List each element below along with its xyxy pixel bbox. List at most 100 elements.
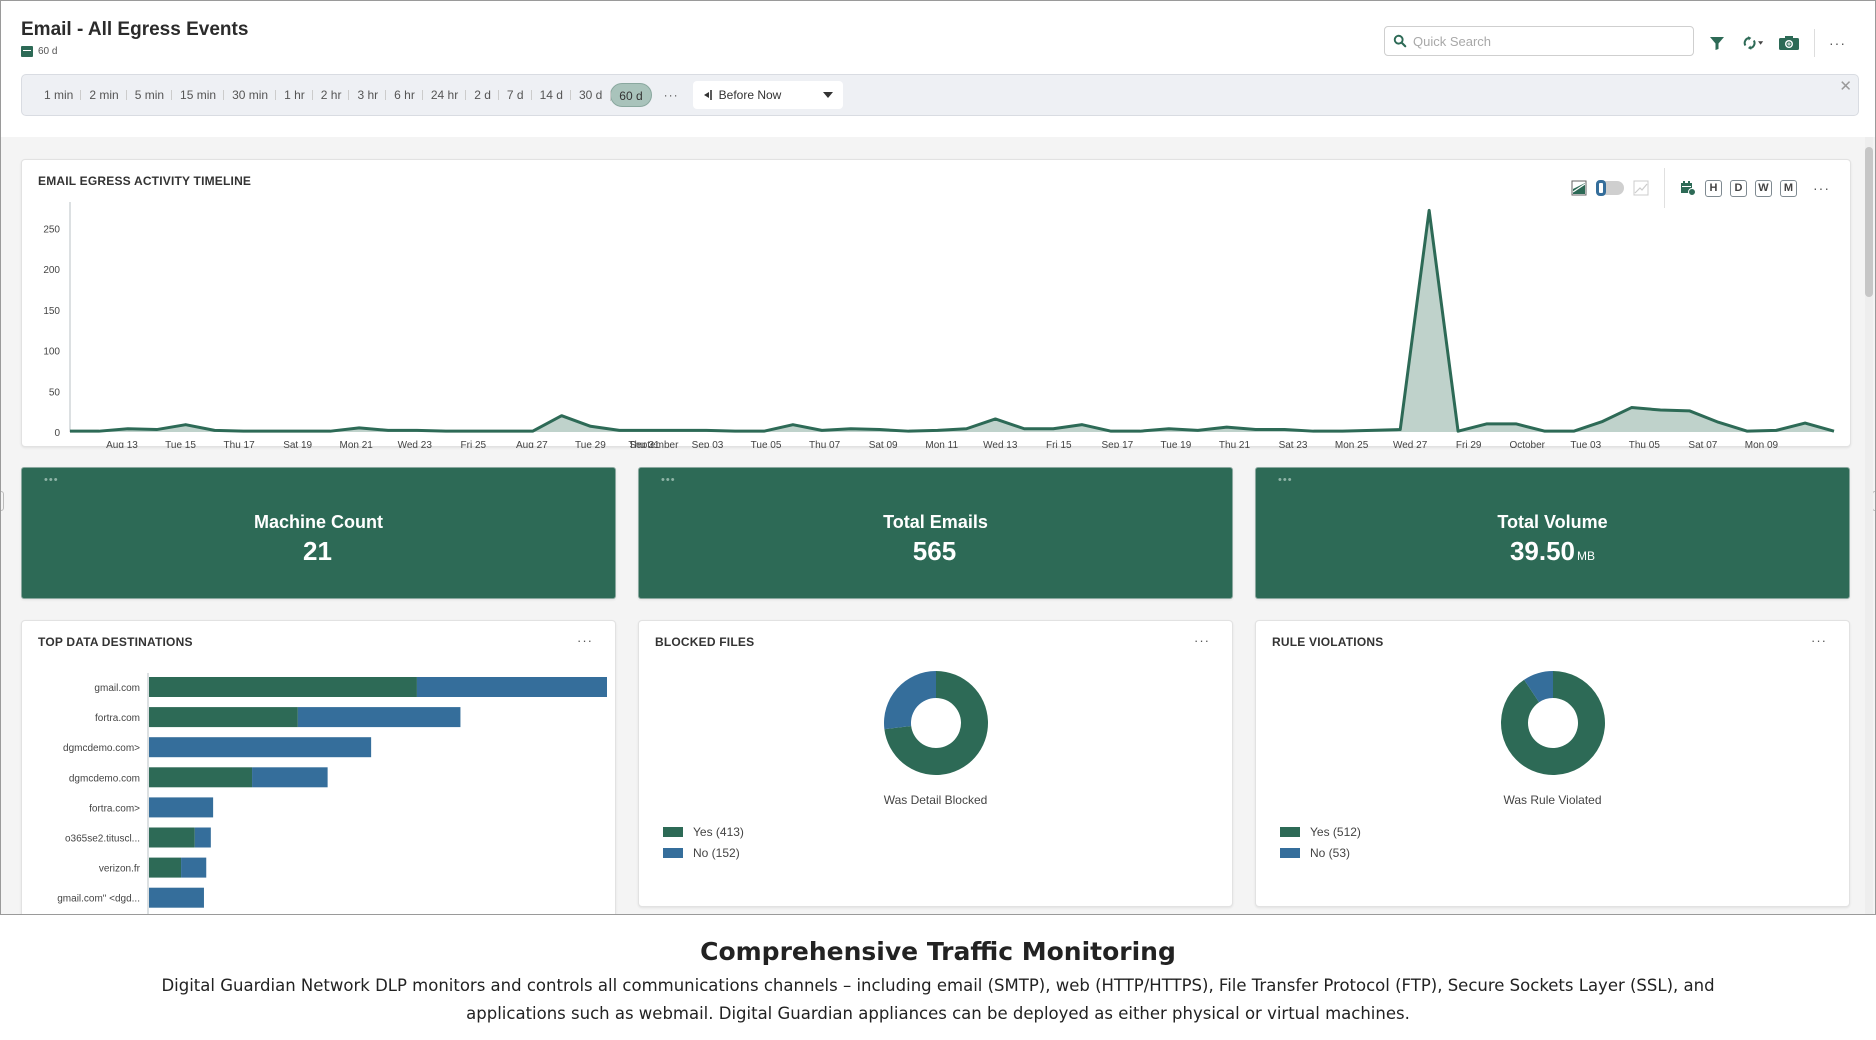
- camera-icon[interactable]: [1778, 32, 1800, 54]
- x-tick-label: Sat 07: [1688, 440, 1717, 448]
- panel-more-icon[interactable]: ···: [1811, 633, 1827, 648]
- range-option-2hr[interactable]: 2 hr: [311, 83, 350, 107]
- filter-icon[interactable]: [1706, 32, 1728, 54]
- stat-menu-icon[interactable]: •••: [661, 474, 676, 486]
- range-indicator-label: 60 d: [38, 46, 58, 57]
- range-option-24hr[interactable]: 24 hr: [421, 83, 466, 107]
- scrollbar-thumb[interactable]: [1865, 147, 1873, 297]
- legend-swatch: [1280, 847, 1300, 858]
- refresh-icon[interactable]: [1742, 32, 1764, 54]
- legend: Yes (413) No (152): [663, 821, 744, 863]
- bar-segment-yes: [149, 857, 182, 878]
- legend-item-yes[interactable]: Yes (413): [663, 821, 744, 842]
- stat-label: Total Emails: [883, 512, 988, 532]
- range-option-1hr[interactable]: 1 hr: [275, 83, 313, 107]
- range-option-30min[interactable]: 30 min: [223, 83, 276, 107]
- range-option-1min[interactable]: 1 min: [36, 83, 81, 107]
- close-icon[interactable]: ✕: [1839, 77, 1852, 95]
- bar-segment-yes: [149, 707, 298, 728]
- bar-segment-no: [149, 887, 204, 908]
- vertical-scrollbar[interactable]: [1865, 137, 1873, 914]
- category-label: verizon.fr: [99, 864, 141, 875]
- legend-swatch: [663, 826, 683, 837]
- bar-segment-no: [416, 677, 607, 697]
- dashboard-content: EMAIL EGRESS ACTIVITY TIMELINE H D W M ·…: [1, 137, 1875, 914]
- timeline-chart[interactable]: 0 50 100 150 200 250 Aug 13 Tue 15 Thu 17 Sat 19 M…: [22, 160, 1852, 448]
- legend: Yes (512) No (53): [1280, 821, 1361, 863]
- x-tick-label: Tue 29: [575, 440, 606, 448]
- range-option-5min[interactable]: 5 min: [125, 83, 172, 107]
- range-option-7d[interactable]: 7 d: [497, 83, 532, 107]
- range-option-15min[interactable]: 15 min: [171, 83, 224, 107]
- category-label: fortra.com: [95, 713, 140, 724]
- bar-segment-no: [149, 797, 214, 818]
- x-tick-label: Thu 17: [224, 440, 256, 448]
- x-tick-label: Wed 27: [1393, 440, 1428, 448]
- range-option-6hr[interactable]: 6 hr: [385, 83, 423, 107]
- legend-label: No (53): [1310, 845, 1351, 860]
- y-tick-label: 250: [43, 224, 60, 235]
- x-tick-label: Tue 03: [1570, 440, 1601, 448]
- category-label: fortra.com>: [89, 803, 140, 814]
- x-tick-label: Mon 25: [1335, 440, 1369, 448]
- chevron-down-icon: [822, 92, 833, 98]
- category-label: dgmcdemo.com: [69, 773, 140, 784]
- x-tick-label: Aug 27: [516, 440, 548, 448]
- legend-item-no[interactable]: No (53): [1280, 842, 1361, 863]
- series-area: [70, 210, 1834, 432]
- panel-more-icon[interactable]: ···: [1194, 633, 1210, 648]
- range-anchor-select[interactable]: Before Now: [692, 81, 843, 109]
- left-resize-handle[interactable]: [1, 491, 4, 511]
- stat-label: Machine Count: [254, 512, 383, 532]
- donut-slice-no: [884, 671, 936, 730]
- range-option-30d[interactable]: 30 d: [569, 83, 610, 107]
- range-indicator: 60 d: [21, 46, 57, 57]
- stat-value: 39.50 MB: [1256, 536, 1849, 567]
- donut-caption: Was Rule Violated: [1503, 793, 1602, 807]
- range-more-icon[interactable]: ···: [664, 88, 679, 102]
- more-icon[interactable]: ···: [1829, 35, 1846, 51]
- blocked-files-panel: BLOCKED FILES ··· Was Detail Blocked Yes…: [638, 620, 1233, 907]
- destinations-chart: gmail.com fortra.com dgmcdemo.com> dgmcdemo…: [57, 673, 607, 914]
- legend-swatch: [1280, 826, 1300, 837]
- stat-total-volume: ••• Total Volume 39.50 MB: [1255, 467, 1850, 599]
- rule-violations-donut[interactable]: [1256, 671, 1851, 801]
- timeline-panel: EMAIL EGRESS ACTIVITY TIMELINE H D W M ·…: [21, 159, 1852, 448]
- legend-label: Yes (413): [693, 824, 744, 839]
- range-option-60d[interactable]: 60 d: [610, 83, 652, 107]
- panel-title: RULE VIOLATIONS: [1272, 635, 1384, 649]
- dashboard-header: Email - All Egress Events 60 d ··· 1 min: [1, 1, 1875, 137]
- quick-search-input[interactable]: [1413, 33, 1683, 49]
- stat-menu-icon[interactable]: •••: [1278, 474, 1293, 486]
- x-tick-label: Tue 19: [1161, 440, 1192, 448]
- legend-label: Yes (512): [1310, 824, 1361, 839]
- stat-number: 565: [912, 536, 957, 566]
- bar-segment-yes: [149, 827, 195, 848]
- range-option-2d[interactable]: 2 d: [465, 83, 499, 107]
- bar-segment-no: [194, 827, 211, 848]
- range-option-3hr[interactable]: 3 hr: [348, 83, 386, 107]
- x-tick-label: Fri 15: [1046, 440, 1072, 448]
- range-option-14d[interactable]: 14 d: [530, 83, 571, 107]
- dashboard-window: Email - All Egress Events 60 d ··· 1 min: [0, 0, 1876, 915]
- legend-item-no[interactable]: No (152): [663, 842, 744, 863]
- x-tick-label: Mon 21: [340, 440, 374, 448]
- quick-search[interactable]: [1384, 26, 1694, 56]
- x-tick-label: Sep 17: [1102, 440, 1134, 448]
- x-tick-label: Thu 21: [1219, 440, 1251, 448]
- stat-number: 39.50: [1509, 536, 1576, 566]
- x-tick-label: September: [630, 440, 680, 448]
- y-tick-label: 100: [43, 347, 60, 358]
- stat-menu-icon[interactable]: •••: [44, 474, 59, 486]
- range-option-2min[interactable]: 2 min: [80, 83, 126, 107]
- x-tick-label: Sat 19: [283, 440, 312, 448]
- panel-title: BLOCKED FILES: [655, 635, 755, 649]
- caption-heading: Comprehensive Traffic Monitoring: [700, 937, 1176, 966]
- x-tick-label: October: [1509, 440, 1545, 448]
- calendar-icon: [21, 46, 33, 57]
- bar-segment-no: [252, 767, 328, 788]
- legend-swatch: [663, 847, 683, 858]
- toolbar-divider: [1814, 29, 1815, 57]
- legend-item-yes[interactable]: Yes (512): [1280, 821, 1361, 842]
- y-tick-label: 50: [49, 387, 61, 398]
